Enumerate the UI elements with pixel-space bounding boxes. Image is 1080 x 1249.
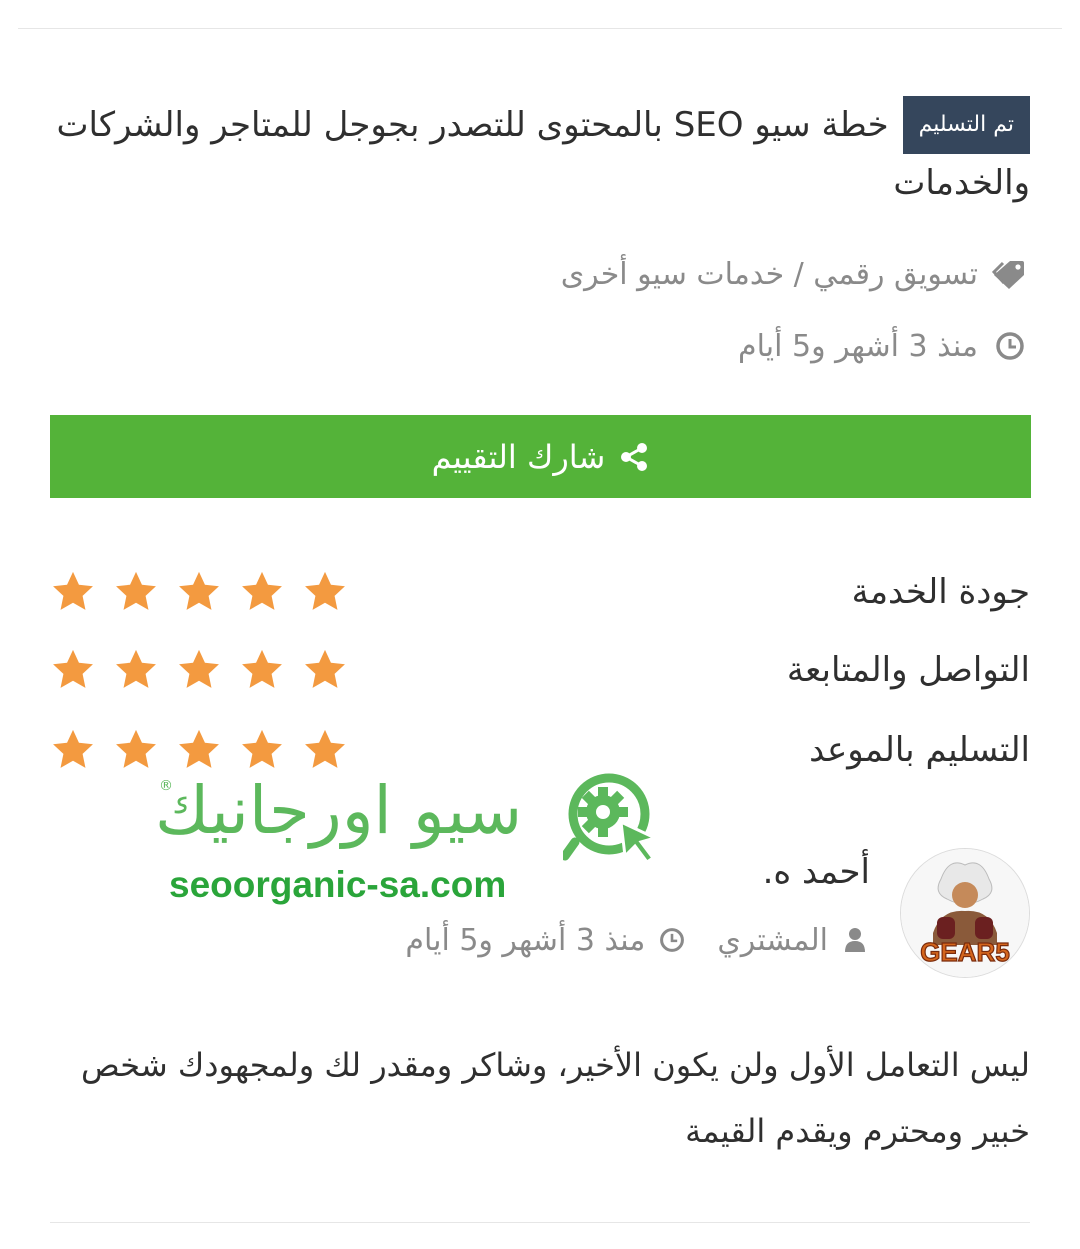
star-icon (116, 571, 156, 610)
order-date: منذ 3 أشهر و5 أيام (738, 328, 978, 364)
categories-text[interactable]: تسويق رقمي / خدمات سيو أخرى (561, 257, 978, 292)
clock-icon (990, 326, 1030, 366)
star-icon (179, 571, 219, 610)
reviewer-meta: المشتري منذ 3 أشهر و5 أيام (405, 920, 870, 960)
star-icon (305, 649, 345, 688)
rating-row: جودة الخدمة (50, 562, 1030, 622)
order-date-row: منذ 3 أشهر و5 أيام (738, 326, 1030, 366)
review-date: منذ 3 أشهر و5 أيام (405, 922, 646, 958)
share-icon (619, 442, 649, 472)
categories-row: تسويق رقمي / خدمات سيو أخرى (561, 254, 1030, 294)
review-text: ليس التعامل الأول ولن يكون الأخير، وشاكر… (81, 1046, 1030, 1150)
tags-icon (990, 254, 1030, 294)
order-title[interactable]: خطة سيو SEO بالمحتوى للتصدر بجوجل للمتاج… (57, 105, 1030, 203)
top-divider (18, 28, 1062, 29)
star-icon (179, 649, 219, 688)
rating-label: التسليم بالموعد (809, 730, 1030, 770)
star-icon (305, 571, 345, 610)
watermark: ® سيو اورجانيك seoorganic-sa.com (155, 766, 665, 911)
gear-cursor-logo-icon (563, 773, 660, 865)
user-icon (840, 920, 870, 960)
rating-label: جودة الخدمة (851, 572, 1030, 612)
clock-icon (657, 920, 687, 960)
order-title-block: تم التسليمخطة سيو SEO بالمحتوى للتصدر بج… (50, 96, 1030, 212)
star-icon (116, 649, 156, 688)
reviewer-avatar[interactable]: GEAR5 (900, 848, 1030, 978)
reviewer-name[interactable]: أحمد ه. (763, 852, 870, 892)
star-rating (50, 569, 348, 615)
reviewer-role: المشتري (717, 922, 828, 958)
star-icon (53, 571, 93, 610)
avatar-text: GEAR5 (920, 937, 1010, 967)
star-rating (50, 647, 348, 693)
rating-label: التواصل والمتابعة (786, 650, 1030, 690)
avatar-image: GEAR5 (901, 849, 1029, 977)
status-badge: تم التسليم (902, 96, 1030, 154)
star-icon (53, 729, 93, 768)
watermark-brand-text: سيو اورجانيك (155, 772, 523, 849)
bottom-divider (50, 1222, 1030, 1223)
star-icon (242, 649, 282, 688)
share-review-button[interactable]: شارك التقييم (50, 415, 1031, 498)
share-button-label: شارك التقييم (431, 437, 606, 476)
star-icon (116, 729, 156, 768)
star-icon (242, 571, 282, 610)
watermark-url: seoorganic-sa.com (169, 864, 507, 905)
rating-row: التواصل والمتابعة (50, 640, 1030, 700)
star-icon (53, 649, 93, 688)
